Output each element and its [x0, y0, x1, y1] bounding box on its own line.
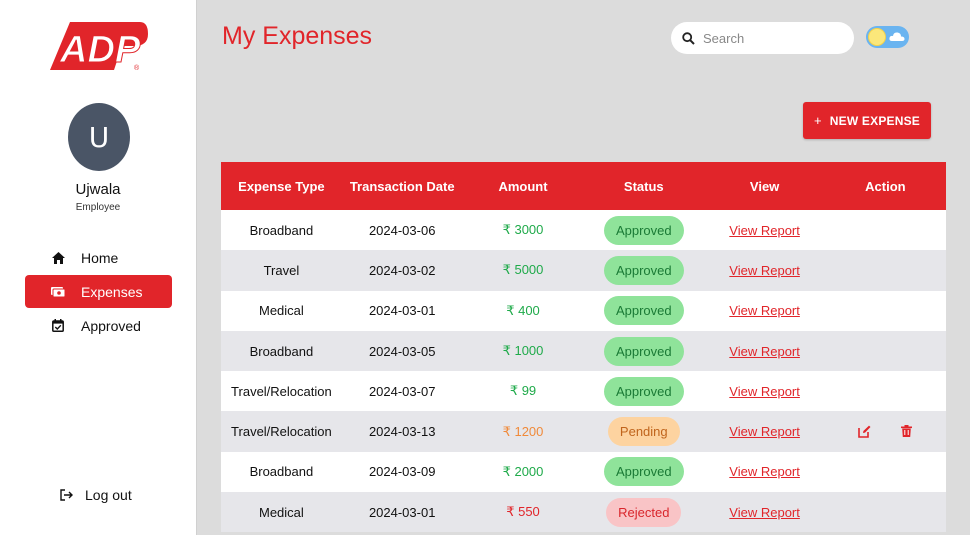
amount: ₹ 2000 — [502, 463, 544, 479]
table-row: Medical 2024-03-01 ₹ 550 Rejected View R… — [221, 492, 946, 533]
svg-text:ADP: ADP — [59, 29, 141, 71]
sidebar-item-expenses[interactable]: Expenses — [25, 275, 172, 308]
table-row: Travel/Relocation 2024-03-13 ₹ 1200 Pend… — [221, 411, 946, 452]
amount: ₹ 550 — [506, 504, 540, 520]
column-header: Expense Type — [238, 178, 325, 194]
status-badge: Approved — [603, 215, 684, 245]
user-name: Ujwala — [75, 181, 121, 198]
new-expense-label: NEW EXPENSE — [829, 113, 921, 128]
expense-type: Travel/Relocation — [231, 424, 332, 440]
theme-toggle[interactable] — [866, 26, 909, 48]
view-report-link[interactable]: View Report — [729, 384, 800, 399]
table-row: Travel 2024-03-02 ₹ 5000 Approved View R… — [221, 250, 946, 291]
amount: ₹ 1200 — [502, 423, 544, 439]
search-box[interactable] — [671, 22, 854, 54]
expense-type: Broadband — [249, 222, 314, 238]
status-badge: Approved — [603, 296, 684, 326]
page-title: My Expenses — [222, 22, 373, 50]
amount: ₹ 400 — [506, 302, 540, 318]
home-icon — [47, 251, 69, 264]
logout-label: Log out — [85, 487, 132, 503]
calendar-check-icon — [47, 319, 69, 332]
sidebar-item-label: Home — [81, 249, 119, 266]
sidebar-item-label: Expenses — [81, 283, 143, 300]
sidebar-item-approved[interactable]: Approved — [25, 309, 172, 342]
avatar: U — [68, 103, 130, 171]
expense-type: Medical — [259, 504, 304, 520]
trash-icon[interactable] — [901, 425, 913, 438]
status-badge: Approved — [603, 376, 684, 406]
status-badge: Approved — [603, 336, 684, 366]
transaction-date: 2024-03-06 — [368, 222, 436, 238]
sidebar: ADP ® U Ujwala Employee Home Expenses Ap… — [0, 0, 197, 535]
transaction-date: 2024-03-07 — [368, 383, 436, 399]
view-report-link[interactable]: View Report — [729, 223, 800, 238]
view-report-link[interactable]: View Report — [729, 505, 800, 520]
status-badge: Approved — [603, 457, 684, 487]
table-row: Broadband 2024-03-09 ₹ 2000 Approved Vie… — [221, 451, 946, 493]
column-header: Status — [623, 178, 664, 194]
amount: ₹ 5000 — [502, 262, 544, 278]
view-report-link[interactable]: View Report — [729, 344, 800, 359]
amount: ₹ 1000 — [502, 343, 544, 359]
view-report-link[interactable]: View Report — [729, 424, 800, 439]
transaction-date: 2024-03-01 — [368, 303, 436, 319]
action-cell — [825, 425, 946, 438]
expense-type: Travel/Relocation — [231, 383, 332, 399]
transaction-date: 2024-03-09 — [368, 464, 436, 480]
search-input[interactable] — [701, 29, 845, 47]
expense-type: Broadband — [249, 464, 314, 480]
svg-text:®: ® — [134, 64, 140, 72]
logout-icon — [60, 489, 73, 501]
table-row: Broadband 2024-03-05 ₹ 1000 Approved Vie… — [221, 330, 946, 372]
expenses-table: Expense Type Transaction Date Amount Sta… — [221, 162, 946, 533]
amount: ₹ 99 — [509, 383, 537, 399]
transaction-date: 2024-03-01 — [368, 504, 436, 520]
column-header: View — [749, 178, 780, 194]
expense-type: Broadband — [249, 343, 314, 359]
table-row: Travel/Relocation 2024-03-07 ₹ 99 Approv… — [221, 371, 946, 412]
sidebar-item-home[interactable]: Home — [25, 241, 172, 274]
view-report-link[interactable]: View Report — [729, 263, 800, 278]
money-icon — [47, 286, 69, 297]
user-role: Employee — [75, 202, 121, 213]
sun-icon — [868, 28, 886, 46]
column-header: Amount — [498, 178, 548, 194]
expense-type: Travel — [263, 262, 300, 278]
cloud-icon — [889, 32, 905, 41]
status-badge: Rejected — [606, 497, 682, 527]
expense-type: Medical — [259, 303, 304, 319]
sidebar-item-label: Approved — [81, 317, 141, 334]
column-header: Transaction Date — [349, 178, 455, 194]
view-report-link[interactable]: View Report — [729, 464, 800, 479]
status-badge: Pending — [607, 417, 680, 447]
adp-logo[interactable]: ADP ® — [48, 20, 150, 72]
logout-button[interactable]: Log out — [60, 484, 132, 506]
edit-icon[interactable] — [858, 425, 871, 438]
search-icon — [682, 31, 695, 45]
table-row: Medical 2024-03-01 ₹ 400 Approved View R… — [221, 290, 946, 331]
transaction-date: 2024-03-13 — [368, 424, 436, 440]
new-expense-button[interactable]: + NEW EXPENSE — [803, 102, 931, 139]
table-row: Broadband 2024-03-06 ₹ 3000 Approved Vie… — [221, 210, 946, 251]
plus-icon: + — [813, 113, 822, 128]
view-report-link[interactable]: View Report — [729, 303, 800, 318]
transaction-date: 2024-03-02 — [368, 262, 436, 278]
transaction-date: 2024-03-05 — [368, 343, 436, 359]
status-badge: Approved — [603, 255, 684, 285]
table-header: Expense Type Transaction Date Amount Sta… — [221, 162, 946, 210]
amount: ₹ 3000 — [502, 222, 544, 238]
column-header: Action — [865, 178, 906, 194]
